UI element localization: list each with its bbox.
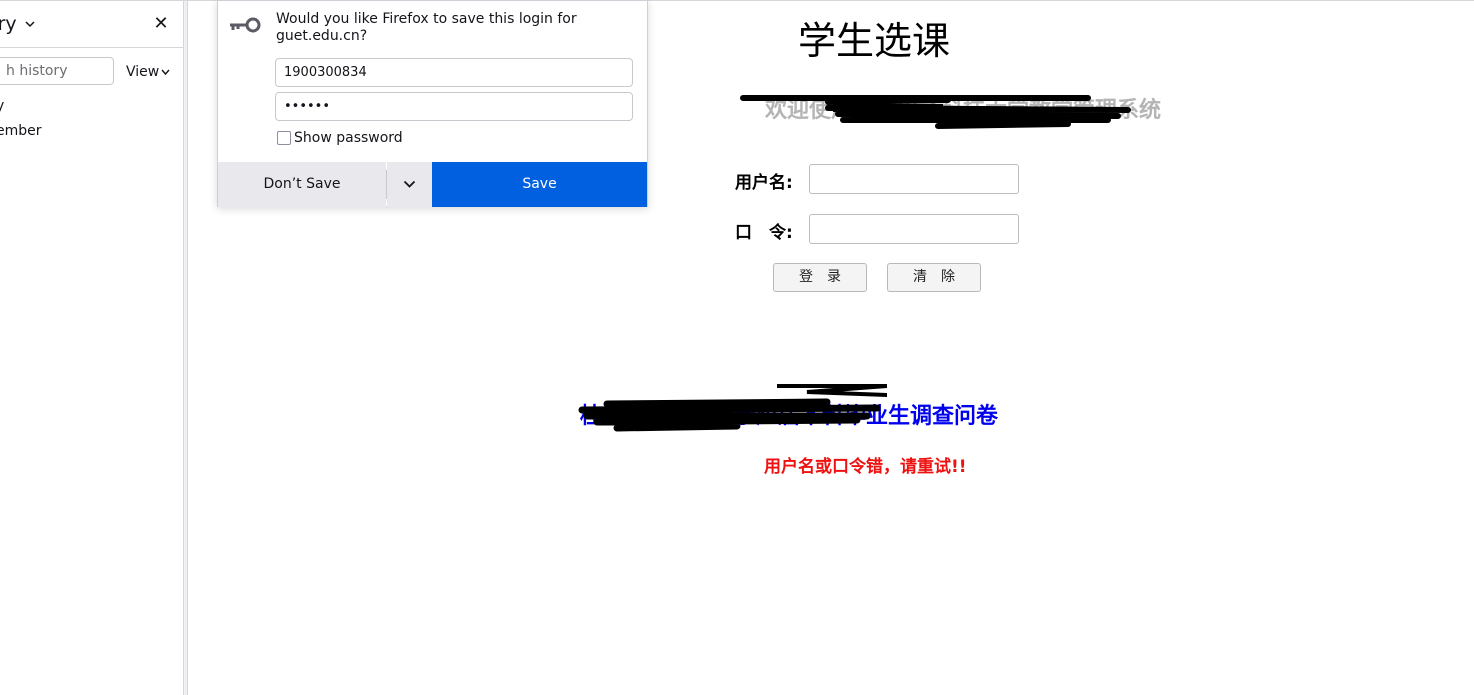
redaction-scribble [578, 384, 887, 432]
history-group-month[interactable]: ember [0, 123, 42, 139]
save-button[interactable]: Save [432, 162, 647, 207]
password-label: 口 令: [735, 223, 793, 243]
view-label: View [126, 64, 160, 80]
save-label: Save [522, 176, 557, 192]
username-label: 用户名: [735, 173, 793, 193]
history-sidebar: ory ✕ h history View y ember [0, 1, 184, 695]
popup-message: Would you like Firefox to save this logi… [276, 11, 577, 44]
sidebar-title[interactable]: ory [0, 13, 17, 35]
key-icon [230, 17, 261, 33]
error-message: 用户名或口令错，请重试!! [764, 457, 967, 477]
close-icon[interactable]: ✕ [152, 15, 170, 33]
page-title: 学生选课 [798, 19, 951, 63]
save-login-popup: Would you like Firefox to save this logi… [217, 0, 648, 207]
popup-button-bar: Don’t Save Save [218, 162, 647, 207]
dont-save-button[interactable]: Don’t Save [218, 162, 386, 207]
chevron-down-icon[interactable] [25, 19, 35, 29]
history-group-today[interactable]: y [0, 98, 4, 114]
chevron-down-icon [403, 180, 416, 188]
clear-button[interactable]: 清 除 [887, 263, 981, 292]
popup-password-field[interactable]: •••••• [275, 92, 633, 121]
dont-save-label: Don’t Save [263, 176, 341, 192]
username-field[interactable] [809, 164, 1019, 194]
login-button[interactable]: 登 录 [773, 263, 867, 292]
popup-username-field[interactable]: 1900300834 [275, 58, 633, 87]
password-field[interactable] [809, 214, 1019, 244]
history-search-input[interactable]: h history [0, 57, 114, 85]
sidebar-header: ory ✕ [0, 1, 183, 48]
chevron-down-icon[interactable] [161, 69, 170, 76]
view-menu-button[interactable]: View [126, 64, 159, 80]
save-options-dropdown[interactable] [387, 162, 432, 207]
sidebar-splitter[interactable] [184, 1, 188, 695]
redaction-scribble [740, 95, 1131, 129]
show-password-label[interactable]: Show password [294, 130, 403, 146]
show-password-checkbox[interactable] [277, 131, 291, 145]
